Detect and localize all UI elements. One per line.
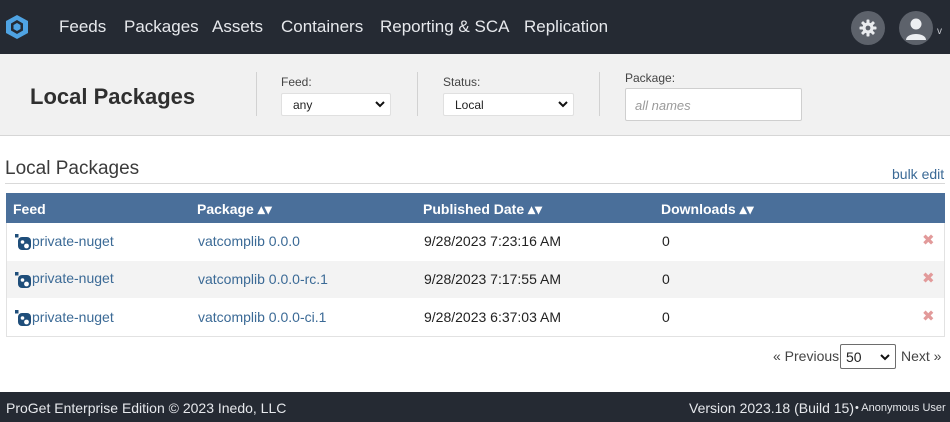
nav-replication[interactable]: Replication [524,17,608,37]
divider [256,72,257,116]
published-date: 9/28/2023 7:17:55 AM [424,271,561,287]
user-avatar-icon [906,18,926,40]
feed-link[interactable]: private-nuget [32,309,114,325]
delete-icon[interactable]: ✖ [922,231,935,249]
table-row: private-nuget vatcomplib 0.0.0 9/28/2023… [7,223,944,260]
nav-assets[interactable]: Assets [212,17,263,37]
filter-bar: Local Packages Feed: any Status: Local P… [0,54,950,136]
footer: ProGet Enterprise Edition © 2023 Inedo, … [0,392,950,422]
page-size-value: 50 [846,349,862,365]
sort-icon: ▴▾ [739,201,754,217]
feed-link[interactable]: private-nuget [32,270,114,286]
nuget-feed-icon [15,234,31,250]
proget-logo-icon[interactable] [5,14,29,40]
downloads-count: 0 [662,233,670,249]
chevron-down-icon [558,101,568,108]
section-divider [5,183,945,184]
status-filter-label: Status: [443,75,481,89]
nav-feeds[interactable]: Feeds [59,17,106,37]
pager-previous[interactable]: « Previous [773,348,839,364]
divider [417,72,418,116]
col-header-package[interactable]: Package ▴▾ [197,201,272,218]
user-menu-button[interactable] [899,11,933,45]
feed-select-value: any [293,98,313,112]
col-header-downloads[interactable]: Downloads ▴▾ [661,201,754,218]
sort-icon: ▴▾ [257,201,272,217]
nav-packages[interactable]: Packages [124,17,199,37]
nav-reporting-sca[interactable]: Reporting & SCA [380,17,509,37]
feed-select[interactable]: any [281,93,391,116]
downloads-count: 0 [662,271,670,287]
packages-table: private-nuget vatcomplib 0.0.0 9/28/2023… [6,223,945,337]
chevron-down-icon [375,101,385,108]
top-navbar: Feeds Packages Assets Containers Reporti… [0,0,950,54]
delete-icon[interactable]: ✖ [922,307,935,325]
page-title: Local Packages [30,84,196,109]
footer-edition: ProGet Enterprise Edition © 2023 Inedo, … [6,400,287,416]
table-header: Feed Package ▴▾ Published Date ▴▾ Downlo… [6,193,945,223]
status-select[interactable]: Local [443,93,574,116]
package-link[interactable]: vatcomplib 0.0.0-rc.1 [198,271,328,287]
col-header-feed[interactable]: Feed [13,201,46,217]
table-row: private-nuget vatcomplib 0.0.0-rc.1 9/28… [7,261,944,298]
package-filter-label: Package: [625,71,676,85]
section-title: Local Packages [5,158,140,179]
nuget-feed-icon [15,310,31,326]
package-link[interactable]: vatcomplib 0.0.0 [198,233,300,249]
table-row: private-nuget vatcomplib 0.0.0-ci.1 9/28… [7,299,944,336]
user-menu-caret-icon[interactable]: v [937,26,942,37]
sort-icon: ▴▾ [528,201,543,217]
col-header-published-date[interactable]: Published Date ▴▾ [423,201,542,218]
feed-link[interactable]: private-nuget [32,233,114,249]
feed-filter-label: Feed: [281,75,312,89]
page-size-select[interactable]: 50 [840,344,896,369]
published-date: 9/28/2023 7:23:16 AM [424,233,561,249]
gear-icon [859,19,877,37]
footer-user[interactable]: • Anonymous User [855,402,946,414]
footer-version[interactable]: Version 2023.18 (Build 15) [689,400,854,416]
pager-next[interactable]: Next » [901,348,941,364]
delete-icon[interactable]: ✖ [922,269,935,287]
downloads-count: 0 [662,309,670,325]
package-search-input[interactable]: all names [625,88,802,121]
bulk-edit-link[interactable]: bulk edit [892,166,944,182]
chevron-down-icon [880,354,890,361]
package-link[interactable]: vatcomplib 0.0.0-ci.1 [198,309,326,325]
nav-containers[interactable]: Containers [281,17,363,37]
divider [599,72,600,116]
published-date: 9/28/2023 6:37:03 AM [424,309,561,325]
settings-button[interactable] [851,11,885,45]
nuget-feed-icon [15,272,31,288]
status-select-value: Local [455,98,484,112]
